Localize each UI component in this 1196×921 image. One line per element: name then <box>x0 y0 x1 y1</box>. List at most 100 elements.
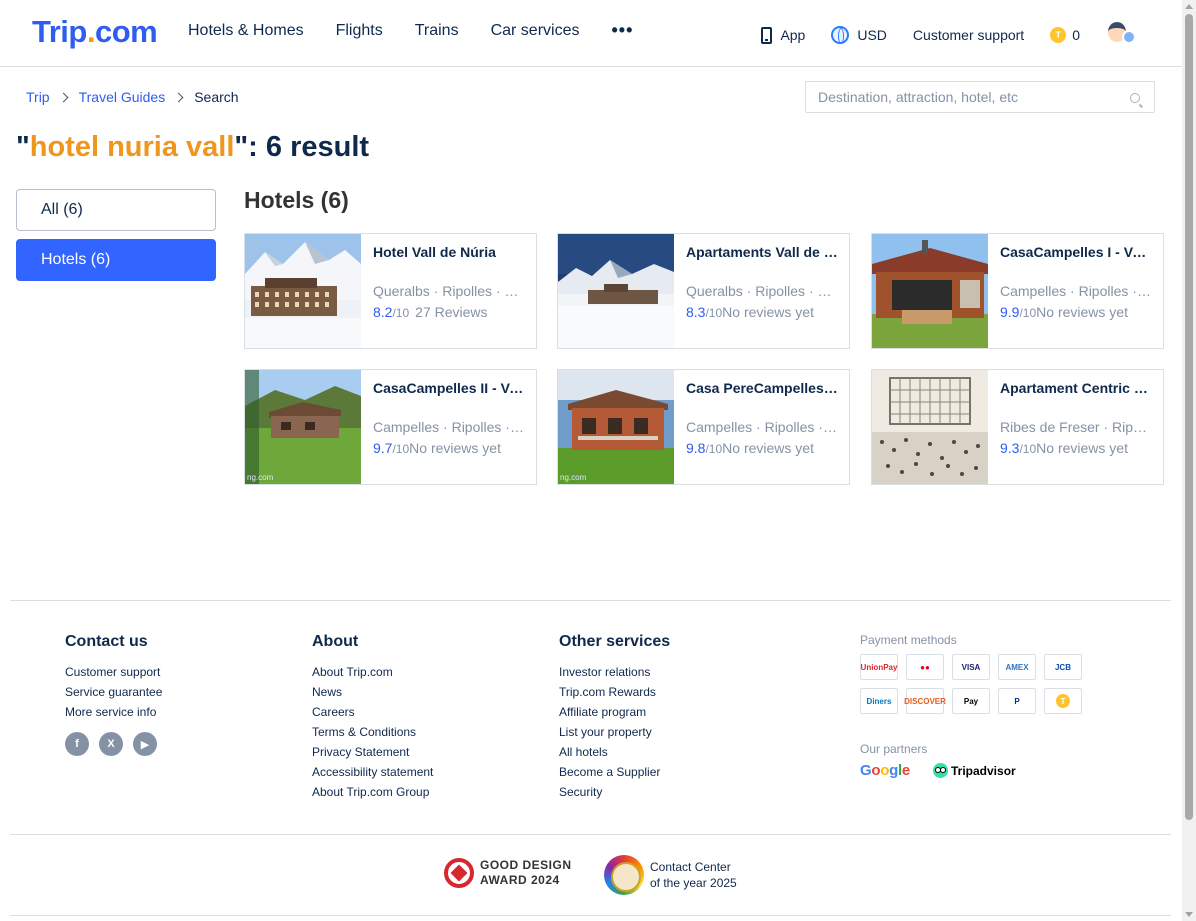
search-keyword: hotel nuria vall <box>29 131 235 163</box>
nav-hotels-homes[interactable]: Hotels & Homes <box>188 22 304 40</box>
footer-divider <box>10 915 1171 916</box>
social-links: f X ▶ <box>65 732 162 756</box>
hotel-photo <box>872 370 988 484</box>
hotel-name[interactable]: CasaCampelles I - Vall de Ribes <box>1000 243 1153 261</box>
payment-method-icon: P <box>998 688 1036 714</box>
nav-flights[interactable]: Flights <box>336 22 383 40</box>
hotel-photo <box>245 234 361 348</box>
payment-method-icon: DISCOVER <box>904 688 946 714</box>
hotel-location: Queralbs · Ripolles · Catalonia <box>686 283 839 299</box>
footer-about: About About Trip.com News Careers Terms … <box>312 633 433 802</box>
currency-label: USD <box>857 27 887 43</box>
breadcrumb: Trip Travel Guides Search <box>26 89 239 105</box>
x-twitter-icon[interactable]: X <box>99 732 123 756</box>
footer-link[interactable]: All hotels <box>559 742 670 762</box>
customer-support-link[interactable]: Customer support <box>913 27 1024 43</box>
footer-link[interactable]: About Trip.com <box>312 662 433 682</box>
photo-watermark: ng.com <box>247 473 274 482</box>
filter-hotels[interactable]: Hotels (6) <box>16 239 216 281</box>
tripadvisor-logo: Tripadvisor <box>933 763 1016 778</box>
breadcrumb-travel-guides[interactable]: Travel Guides <box>79 89 166 105</box>
footer-link[interactable]: Customer support <box>65 662 162 682</box>
footer-link[interactable]: More service info <box>65 702 162 722</box>
payment-methods-title: Payment methods <box>860 633 957 647</box>
footer-link[interactable]: Security <box>559 782 670 802</box>
hotel-name[interactable]: Casa PereCampelles - Vall de Ribes <box>686 379 839 397</box>
scroll-thumb[interactable] <box>1185 14 1193 820</box>
app-link[interactable]: App <box>761 26 806 44</box>
google-logo: Google <box>860 762 910 779</box>
payment-method-icon: AMEX <box>998 654 1036 680</box>
footer-about-title: About <box>312 633 359 650</box>
page-scrollbar[interactable] <box>1182 0 1196 921</box>
footer-link[interactable]: News <box>312 682 433 702</box>
footer-link[interactable]: Trip.com Rewards <box>559 682 670 702</box>
hotel-location: Campelles · Ripolles · Catalonia <box>373 419 526 435</box>
hotel-card[interactable]: ng.com CasaCampelles II - Vall de Ribes … <box>244 369 537 485</box>
hotel-photo: ng.com <box>245 370 361 484</box>
chevron-right-icon <box>173 92 184 102</box>
footer-link[interactable]: Become a Supplier <box>559 762 670 782</box>
user-avatar-icon[interactable] <box>1106 22 1136 48</box>
nav-car-services[interactable]: Car services <box>491 22 580 40</box>
footer-link[interactable]: Affiliate program <box>559 702 670 722</box>
hotel-card[interactable]: Apartaments Vall de Núria Queralbs · Rip… <box>557 233 850 349</box>
more-menu-icon[interactable]: ••• <box>611 21 633 40</box>
app-label: App <box>780 27 806 43</box>
scroll-down-arrow-icon[interactable] <box>1185 912 1193 917</box>
footer-divider <box>10 834 1171 835</box>
footer-link[interactable]: Accessibility statement <box>312 762 433 782</box>
contact-center-badge-icon <box>604 855 644 895</box>
hotel-name[interactable]: Apartaments Vall de Núria <box>686 243 839 261</box>
section-title: Hotels (6) <box>244 187 349 213</box>
youtube-icon[interactable]: ▶ <box>133 732 157 756</box>
phone-icon <box>761 26 773 44</box>
footer-link[interactable]: Investor relations <box>559 662 670 682</box>
good-design-icon <box>444 858 474 888</box>
footer-contact-title: Contact us <box>65 633 148 650</box>
footer-link[interactable]: Privacy Statement <box>312 742 433 762</box>
hotel-rating: 9.9/10No reviews yet <box>1000 304 1128 320</box>
payment-method-icon: VISA <box>952 654 990 680</box>
footer-link[interactable]: List your property <box>559 722 670 742</box>
top-header: Trip.com Hotels & Homes Flights Trains C… <box>0 0 1182 67</box>
hotel-rating: 9.7/10No reviews yet <box>373 440 501 456</box>
footer-link[interactable]: Careers <box>312 702 433 722</box>
footer-link[interactable]: Terms & Conditions <box>312 722 433 742</box>
page-title: "hotel nuria vall": 6 result <box>16 131 370 163</box>
hotel-card[interactable]: CasaCampelles I - Vall de Ribes Campelle… <box>871 233 1164 349</box>
hotel-name[interactable]: CasaCampelles II - Vall de Ribes <box>373 379 526 397</box>
currency-selector[interactable]: USD <box>831 26 887 44</box>
hotel-rating: 9.3/10No reviews yet <box>1000 440 1128 456</box>
scroll-up-arrow-icon[interactable] <box>1185 4 1193 9</box>
footer-link[interactable]: Service guarantee <box>65 682 162 702</box>
footer-link[interactable]: About Trip.com Group <box>312 782 433 802</box>
trip-coins[interactable]: T 0 <box>1050 27 1080 43</box>
hotel-rating: 8.2/10 27 Reviews <box>373 304 488 320</box>
main-nav: Hotels & Homes Flights Trains Car servic… <box>188 21 633 40</box>
search-icon[interactable] <box>1130 93 1140 103</box>
hotel-location: Queralbs · Ripolles · Catalonia <box>373 283 526 299</box>
footer-other-services: Other services Investor relations Trip.c… <box>559 633 670 802</box>
hotel-photo <box>872 234 988 348</box>
hotel-name[interactable]: Hotel Vall de Núria <box>373 243 526 261</box>
trip-coin-icon: T <box>1056 694 1070 708</box>
hotel-name[interactable]: Apartament Centric Vall de Núria <box>1000 379 1153 397</box>
coin-icon: T <box>1050 27 1067 43</box>
payment-method-icon: Pay <box>952 688 990 714</box>
hotel-location: Campelles · Ripolles · Catalonia <box>1000 283 1153 299</box>
hotel-card[interactable]: Apartament Centric Vall de Núria Ribes d… <box>871 369 1164 485</box>
coin-count: 0 <box>1072 27 1080 43</box>
search-input[interactable] <box>806 82 1106 112</box>
payment-method-icon: JCB <box>1044 654 1082 680</box>
nav-trains[interactable]: Trains <box>415 22 459 40</box>
facebook-icon[interactable]: f <box>65 732 89 756</box>
photo-watermark: ng.com <box>560 473 587 482</box>
payment-method-icon: Diners <box>860 688 898 714</box>
breadcrumb-trip[interactable]: Trip <box>26 89 50 105</box>
filter-all[interactable]: All (6) <box>16 189 216 231</box>
hotel-card[interactable]: ng.com Casa PereCampelles - Vall de Ribe… <box>557 369 850 485</box>
hotel-rating: 9.8/10No reviews yet <box>686 440 814 456</box>
hotel-card[interactable]: Hotel Vall de Núria Queralbs · Ripolles … <box>244 233 537 349</box>
trip-logo[interactable]: Trip.com <box>32 14 158 50</box>
